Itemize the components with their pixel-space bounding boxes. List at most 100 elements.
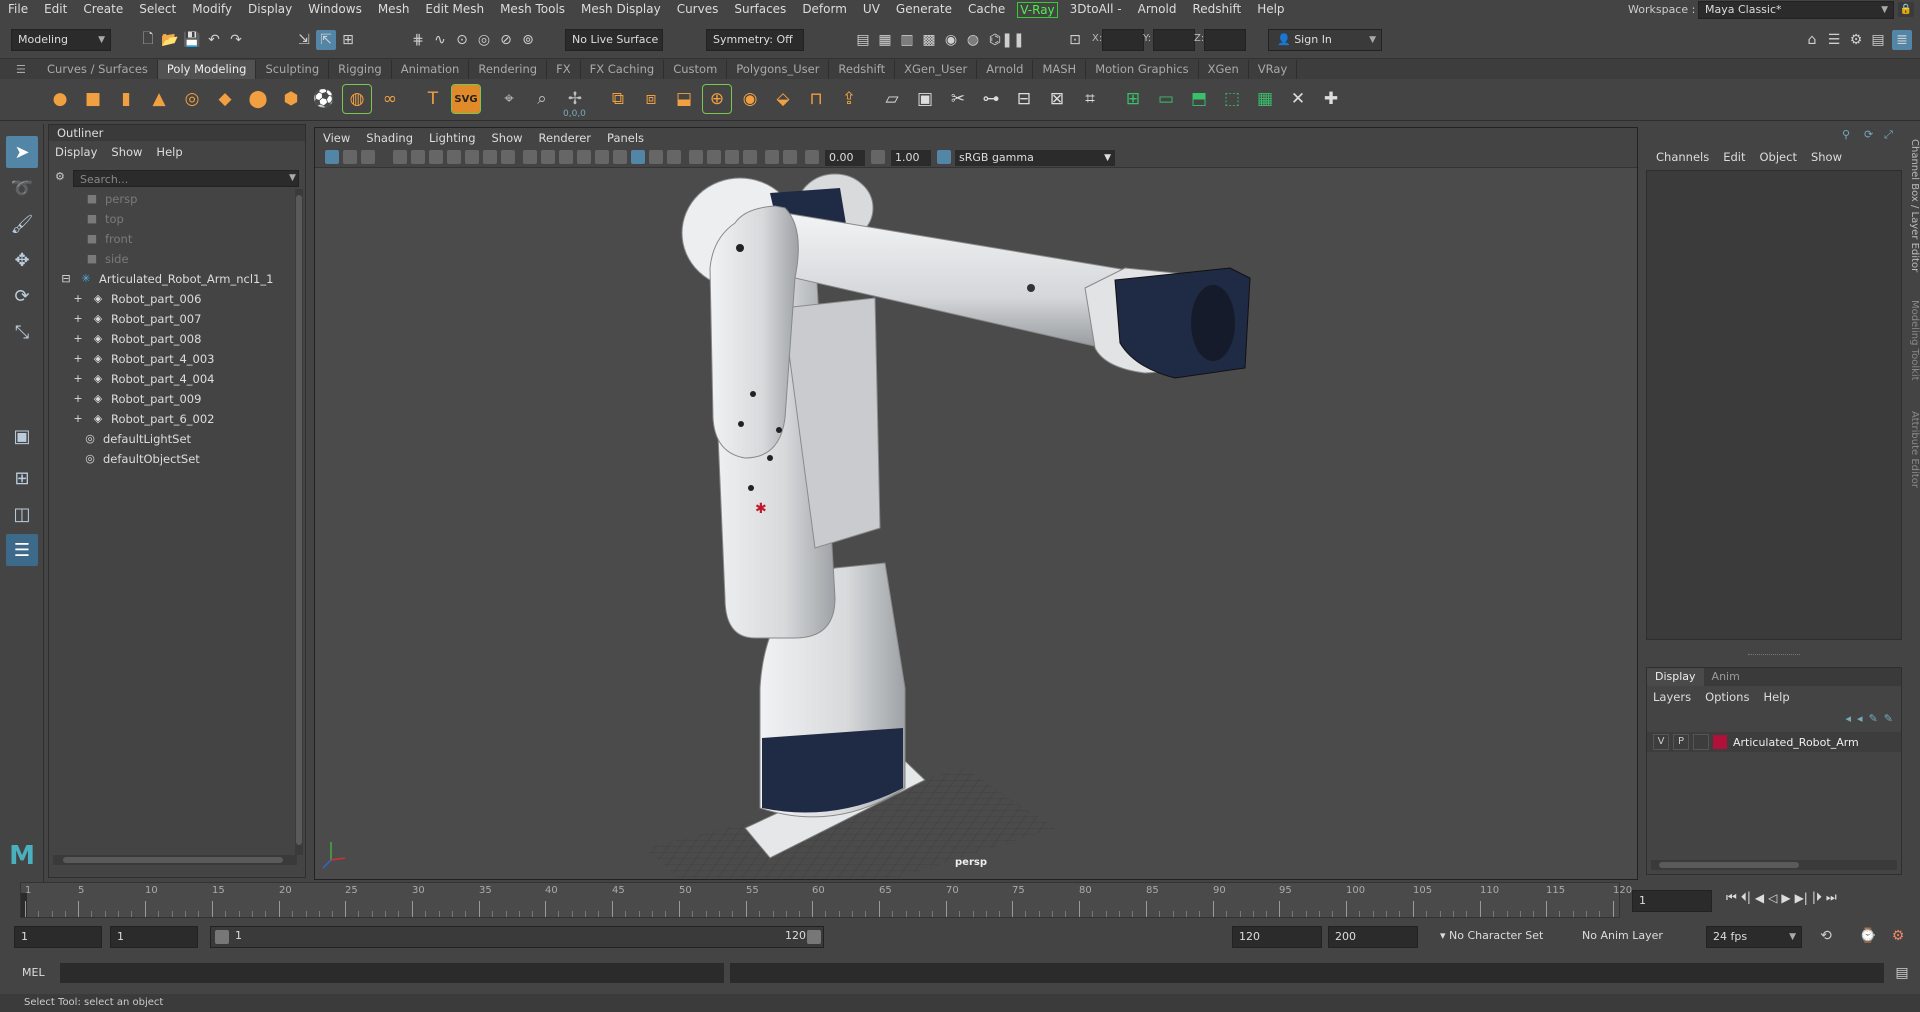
shelf-tab-rendering[interactable]: Rendering: [469, 60, 548, 79]
expand-icon[interactable]: +: [71, 409, 85, 429]
outliner-layout-icon[interactable]: ☰: [6, 534, 38, 566]
shelf-separate-icon[interactable]: ⧈: [637, 85, 665, 113]
menu-curves[interactable]: Curves: [669, 0, 727, 19]
new-scene-icon[interactable]: 🗋: [138, 30, 158, 50]
shelf-svg-icon[interactable]: SVG: [451, 84, 481, 114]
safe-title-icon[interactable]: [501, 150, 515, 164]
shelf-combine-icon[interactable]: ⧉: [604, 85, 632, 113]
step-back-frame-icon[interactable]: ◀: [1755, 891, 1764, 905]
shelf-text-icon[interactable]: T: [419, 85, 447, 113]
color-management-icon[interactable]: [937, 150, 951, 164]
step-forward-key-icon[interactable]: |⏵: [1812, 890, 1822, 905]
collapse-icon[interactable]: ⊟: [59, 269, 73, 289]
x-field[interactable]: [1102, 29, 1144, 51]
rotate-tool-icon[interactable]: ⟳: [6, 280, 38, 312]
menu-cache[interactable]: Cache: [960, 0, 1013, 19]
outliner-item-mesh[interactable]: + ◈ Robot_part_4_004: [71, 369, 214, 389]
shelf-cylinder-icon[interactable]: ▮: [112, 85, 140, 113]
range-end-handle[interactable]: [807, 930, 821, 944]
channelbox-menu-object[interactable]: Object: [1760, 150, 1797, 164]
backface-icon[interactable]: [689, 150, 703, 164]
playback-start-field[interactable]: 1: [110, 926, 198, 948]
shelf-tab-poly-modeling[interactable]: Poly Modeling: [157, 60, 257, 79]
script-editor-icon[interactable]: ▤: [1892, 963, 1912, 983]
viewport-menu-shading[interactable]: Shading: [366, 131, 413, 145]
step-back-key-icon[interactable]: ⏴|: [1741, 890, 1751, 905]
new-layer-icon[interactable]: ✎: [1869, 712, 1878, 725]
channel-box-icon[interactable]: ▤: [1868, 30, 1888, 50]
current-frame-marker[interactable]: [21, 893, 27, 917]
open-scene-icon[interactable]: 📂: [160, 30, 180, 50]
shelf-quad-draw-icon[interactable]: ⌗: [1076, 85, 1104, 113]
anim-layer-dropdown[interactable]: No Anim Layer: [1576, 926, 1680, 948]
shelf-tab-curves-surfaces[interactable]: Curves / Surfaces: [38, 60, 158, 79]
textured-icon[interactable]: [577, 150, 591, 164]
safe-action-icon[interactable]: [483, 150, 497, 164]
film-gate-icon[interactable]: [411, 150, 425, 164]
shelf-pipe-icon[interactable]: ◍: [342, 84, 372, 114]
animation-start-field[interactable]: 1: [14, 926, 102, 948]
field-chart-icon[interactable]: [465, 150, 479, 164]
outliner-item-mesh[interactable]: + ◈ Robot_part_009: [71, 389, 201, 409]
menu-edit[interactable]: Edit: [36, 0, 75, 19]
layer-menu-layers[interactable]: Layers: [1653, 690, 1691, 704]
redo-icon[interactable]: ↷: [226, 30, 246, 50]
shelf-planar-icon[interactable]: ▭: [1152, 85, 1180, 113]
four-view-icon[interactable]: ⊞: [6, 462, 38, 494]
character-set-dropdown[interactable]: ▾ No Character Set: [1434, 926, 1554, 948]
shelf-boolean-icon[interactable]: ⊕: [702, 84, 732, 114]
shelf-tab-arnold[interactable]: Arnold: [977, 60, 1034, 79]
outliner-item-camera[interactable]: ■ front: [85, 229, 133, 249]
shelf-menu-icon[interactable]: ☰: [16, 63, 26, 76]
two-view-icon[interactable]: ◫: [6, 498, 38, 530]
smooth-shade-icon[interactable]: [559, 150, 573, 164]
shelf-fill-hole-icon[interactable]: ▣: [911, 85, 939, 113]
sign-in-button[interactable]: 👤 Sign In ▼: [1268, 29, 1382, 51]
layer-hscroll[interactable]: [1651, 860, 1897, 870]
range-start-handle[interactable]: [215, 930, 229, 944]
outliner-item-mesh[interactable]: + ◈ Robot_part_008: [71, 329, 201, 349]
pause-icon[interactable]: ❚❚: [1001, 30, 1024, 50]
shelf-tab-fx[interactable]: FX: [547, 60, 581, 79]
paint-select-tool-icon[interactable]: 🖌: [6, 208, 38, 240]
time-slider[interactable]: 1 5 10 15 20 25 30 35 40 45 50 55 60 65 70 75 80 85 90 95 10…: [0, 882, 1920, 918]
hypershade-icon[interactable]: ◉: [941, 30, 961, 50]
expand-icon[interactable]: +: [71, 329, 85, 349]
outliner-item-mesh[interactable]: + ◈ Robot_part_007: [71, 309, 201, 329]
menu-modify[interactable]: Modify: [184, 0, 240, 19]
outliner-vscroll[interactable]: [295, 189, 303, 855]
menu-create[interactable]: Create: [75, 0, 131, 19]
menu-mesh-tools[interactable]: Mesh Tools: [492, 0, 573, 19]
auto-key-icon[interactable]: ⌚: [1858, 926, 1878, 946]
xray-icon[interactable]: [649, 150, 663, 164]
shelf-bridge-icon[interactable]: ⊓: [802, 85, 830, 113]
layer-row[interactable]: V P Articulated_Robot_Arm: [1647, 732, 1901, 752]
scene-canvas[interactable]: ✱: [315, 168, 1637, 879]
layer-editor-icon[interactable]: ≣: [1892, 30, 1912, 50]
chevron-down-icon[interactable]: ▼: [289, 173, 296, 183]
playback-end-field[interactable]: 120: [1232, 926, 1322, 948]
shelf-sew-icon[interactable]: ✚: [1317, 85, 1345, 113]
shelf-insert-loop-icon[interactable]: ⊟: [1010, 85, 1038, 113]
menu-surfaces[interactable]: Surfaces: [726, 0, 794, 19]
move-layer-up-icon[interactable]: ◂: [1846, 712, 1852, 725]
color-space-dropdown[interactable]: sRGB gamma ▼: [955, 150, 1115, 166]
expand-icon[interactable]: +: [71, 349, 85, 369]
shadows-icon[interactable]: [613, 150, 627, 164]
menu-mesh-display[interactable]: Mesh Display: [573, 0, 669, 19]
go-to-end-icon[interactable]: ⏭: [1826, 890, 1837, 905]
outliner-menu-display[interactable]: Display: [55, 145, 97, 159]
outliner-item-camera[interactable]: ■ top: [85, 209, 124, 229]
menu-select[interactable]: Select: [131, 0, 184, 19]
play-back-icon[interactable]: ◁: [1768, 891, 1777, 905]
outliner-item-mesh[interactable]: + ◈ Robot_part_4_003: [71, 349, 214, 369]
expand-icon[interactable]: +: [71, 369, 85, 389]
shelf-tab-rigging[interactable]: Rigging: [329, 60, 392, 79]
tab-modeling-toolkit[interactable]: Modeling Toolkit: [1902, 292, 1920, 388]
shelf-tab-mash[interactable]: MASH: [1033, 60, 1087, 79]
save-scene-icon[interactable]: 💾: [182, 30, 202, 50]
shelf-measure-icon[interactable]: ⌕: [528, 85, 556, 113]
mel-label[interactable]: MEL: [22, 966, 45, 979]
shelf-uv-editor-icon[interactable]: ⊞: [1119, 85, 1147, 113]
y-field[interactable]: [1153, 29, 1195, 51]
